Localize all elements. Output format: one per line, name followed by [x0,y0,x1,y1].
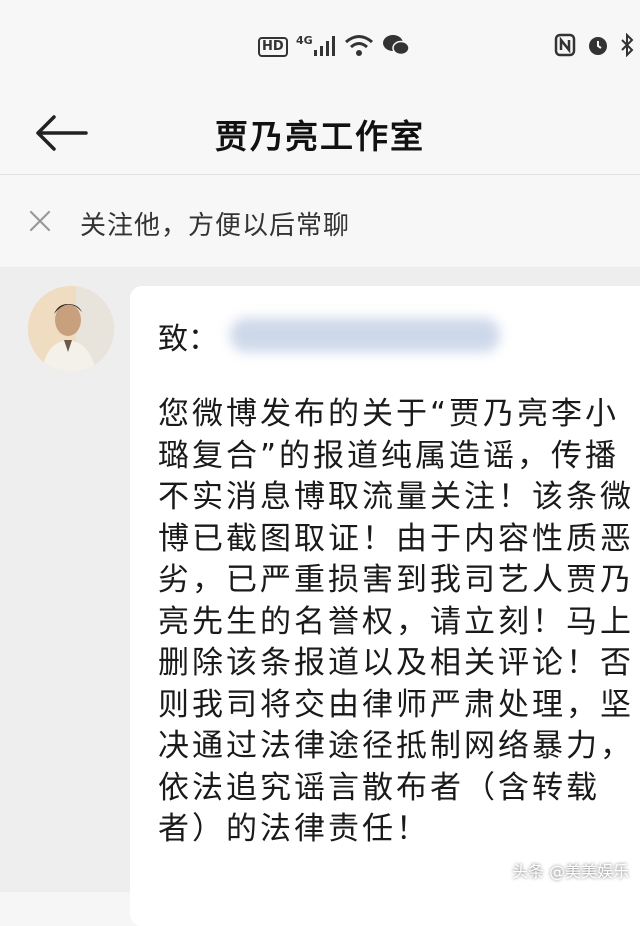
status-bar: HD 4G [0,0,640,92]
message-line: 者）的法律责任！ [158,811,430,847]
watermark: 头条 @美美娱乐 [512,862,630,881]
status-icons-left: HD 4G [258,34,410,60]
bluetooth-icon [620,32,634,61]
message-body: 您微博发布的关于“贾乃亮李小 璐复合”的报道纯属造谣，传播 不实消息博取流量关注… [158,394,640,851]
nav-bar: 贾乃亮工作室 [0,92,640,175]
avatar[interactable] [28,286,114,372]
message-line: 则我司将交由律师严肃处理，坚 [158,686,634,723]
message-bubble[interactable]: 致： 您微博发布的关于“贾乃亮李小 璐复合”的报道纯属造谣，传播 不实消息博取流… [130,286,640,926]
message-line: 博已截图取证！由于内容性质恶 [158,520,634,557]
message-line: 亮先生的名誉权，请立刻！马上 [158,603,634,640]
redacted-recipient [230,318,500,352]
message-line: 决通过法律途径抵制网络暴力， [158,728,634,764]
svg-text:4G: 4G [296,34,313,47]
alarm-icon [586,33,610,61]
signal-icon: 4G [296,32,336,62]
nfc-icon [554,33,576,61]
message-line: 删除该条报道以及相关评论！否 [158,645,634,681]
message-line: 不实消息博取流量关注！该条微 [158,479,634,515]
dismiss-button[interactable] [26,207,54,235]
message-line: 劣，已严重损害到我司艺人贾乃 [158,562,634,598]
follow-banner: 关注他，方便以后常聊 [0,175,640,268]
wifi-icon [344,33,374,61]
message-line: 依法追究谣言散布者（含转载 [158,769,600,806]
page-title: 贾乃亮工作室 [215,117,425,156]
status-icons-right [554,32,634,61]
message-line: 您微博发布的关于“贾乃亮李小 [158,396,620,432]
follow-prompt: 关注他，方便以后常聊 [80,211,351,241]
recipient-greeting: 致： [158,322,218,357]
chat-area[interactable]: 致： 您微博发布的关于“贾乃亮李小 璐复合”的报道纯属造谣，传播 不实消息博取流… [0,268,640,926]
message-line: 璐复合”的报道纯属造谣，传播 [158,437,620,474]
wechat-icon [382,33,410,61]
close-icon [26,210,54,239]
hd-badge: HD [258,37,288,57]
